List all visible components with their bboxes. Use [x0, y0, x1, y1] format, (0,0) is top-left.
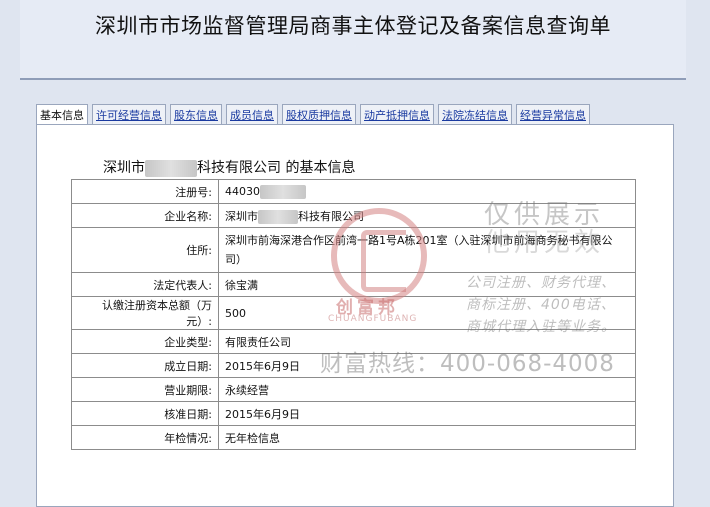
watermark-hotline: 财富热线：400-068-4008 — [320, 351, 615, 377]
company-heading-prefix: 深圳市 — [103, 160, 145, 176]
watermark-service-line: 商标注册、400电话、 — [466, 297, 616, 313]
watermark-service-line: 商城代理入驻等业务。 — [466, 319, 616, 335]
company-type-label: 企业类型: — [71, 329, 219, 354]
watermark-logo-mark — [361, 230, 406, 292]
watermark-service-line: 公司注册、财务代理、 — [466, 275, 616, 291]
reg-no-label: 注册号: — [71, 179, 219, 204]
page-header: 深圳市市场监督管理局商事主体登记及备案信息查询单 — [20, 0, 686, 80]
company-name-label: 企业名称: — [71, 203, 219, 228]
established-label: 成立日期: — [71, 353, 219, 378]
redacted-mask — [258, 209, 298, 224]
company-heading: 深圳市 科技有限公司 的基本信息 — [103, 157, 355, 177]
company-heading-suffix: 科技有限公司 — [197, 160, 281, 176]
company-heading-tail: 的基本信息 — [281, 160, 356, 176]
page-title: 深圳市市场监督管理局商事主体登记及备案信息查询单 — [95, 14, 611, 38]
watermark-line1: 仅供展示 — [484, 200, 605, 230]
annual-inspection-value: 无年检信息 — [218, 425, 636, 450]
business-term-label: 营业期限: — [71, 377, 219, 402]
business-term-value: 永续经营 — [218, 377, 636, 402]
watermark-services: 公司注册、财务代理、 商标注册、400电话、 商城代理入驻等业务。 — [466, 272, 616, 338]
approved-value: 2015年6月9日 — [218, 401, 636, 426]
table-row: 营业期限: 永续经营 — [71, 377, 636, 402]
reg-no-text: 44030 — [225, 184, 260, 198]
redacted-mask — [260, 184, 306, 199]
address-label: 住所: — [71, 227, 219, 273]
company-name-prefix: 深圳市 — [225, 209, 258, 223]
legal-rep-label: 法定代表人: — [71, 272, 219, 297]
watermark-brand-en: CHUANGFUBANG — [328, 314, 418, 324]
watermark-line2: 他用无效 — [484, 228, 605, 258]
capital-label: 认缴注册资本总额（万元）: — [71, 296, 219, 330]
table-row: 核准日期: 2015年6月9日 — [71, 401, 636, 426]
annual-inspection-label: 年检情况: — [71, 425, 219, 450]
watermark-logo-icon — [331, 208, 427, 304]
table-row: 年检情况: 无年检信息 — [71, 425, 636, 450]
approved-label: 核准日期: — [71, 401, 219, 426]
redacted-mask — [145, 159, 197, 177]
